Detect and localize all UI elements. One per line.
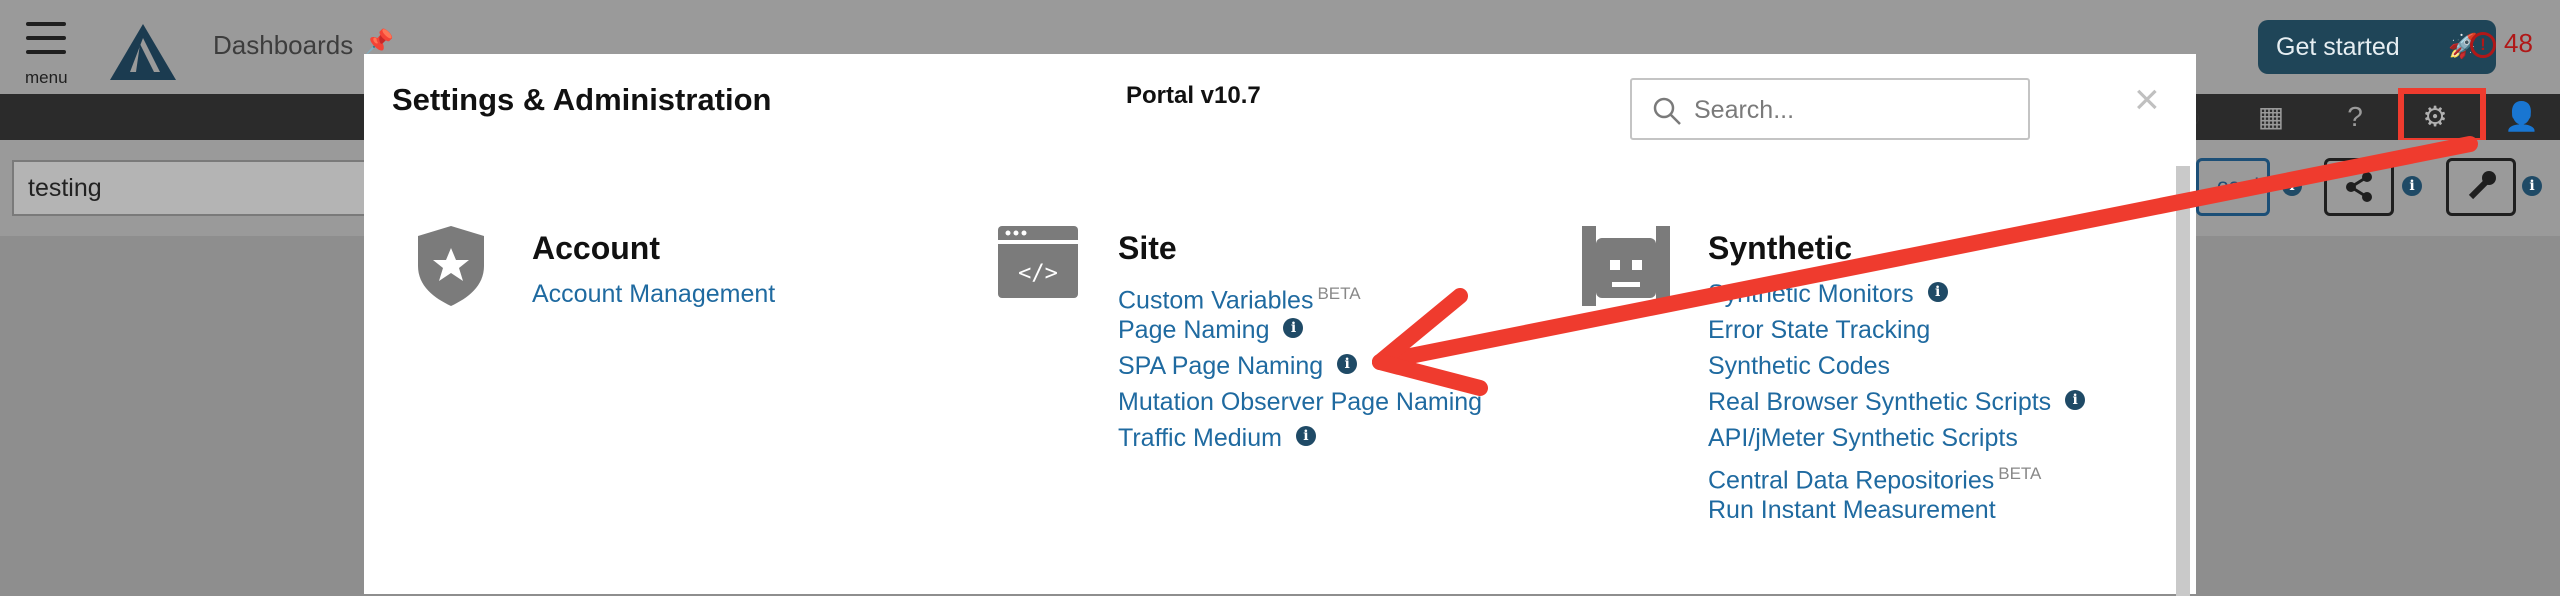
settings-link[interactable]: Real Browser Synthetic Scripts i (1708, 384, 2086, 420)
wrench-icon (2468, 171, 2496, 200)
settings-link[interactable]: Custom Variables BETA (1118, 276, 1482, 315)
settings-link[interactable]: SPA Page Naming i (1118, 348, 1482, 384)
menu-label: menu (25, 68, 68, 87)
settings-link[interactable]: Run Instant Measurement (1708, 492, 2085, 528)
search-icon (1653, 97, 1681, 125)
beta-badge: BETA (1998, 464, 2042, 483)
settings-link[interactable]: Central Data Repositories BETA (1708, 456, 2085, 495)
settings-link-label: Central Data Repositories (1708, 466, 1995, 495)
settings-link[interactable]: Traffic Medium i (1118, 420, 1482, 456)
scrollbar[interactable] (2176, 166, 2190, 596)
info-icon[interactable]: i (2065, 390, 2086, 411)
section-title: Account (532, 230, 660, 266)
menu-button[interactable]: menu (20, 18, 72, 88)
info-icon[interactable]: i (1283, 318, 1304, 339)
settings-wrench-button[interactable] (2446, 158, 2516, 216)
info-icon[interactable]: i (2522, 176, 2542, 196)
portal-version: Portal v10.7 (1126, 82, 1261, 109)
settings-modal: Settings & Administration Portal v10.7 ×… (364, 54, 2196, 596)
dashboards-nav-link[interactable]: Dashboards (213, 30, 353, 61)
hamburger-icon (26, 22, 66, 26)
settings-link-label: Real Browser Synthetic Scripts (1708, 388, 2052, 416)
help-icon[interactable]: ? (2340, 102, 2370, 132)
shield-star-icon (418, 226, 484, 306)
svg-text:</>: </> (1018, 261, 1058, 286)
user-icon[interactable]: 👤 (2504, 102, 2539, 132)
synthetic-links: Synthetic Monitors i Error State Tracking S… (1708, 276, 2086, 528)
alert-icon: ! (2470, 32, 2496, 59)
robot-icon (1582, 226, 1670, 306)
info-icon[interactable]: i (1295, 426, 1316, 447)
settings-link-label: Synthetic Codes (1708, 352, 1891, 380)
beta-badge: BETA (1317, 284, 1361, 303)
brand-logo-icon[interactable] (110, 24, 176, 80)
close-icon[interactable]: × (2134, 78, 2160, 122)
settings-link-label: Run Instant Measurement (1708, 496, 1996, 524)
search-box[interactable] (1630, 78, 2030, 140)
gear-highlight-box (2398, 88, 2486, 144)
info-icon[interactable]: i (2402, 176, 2422, 196)
alert-count: 48 (2504, 28, 2533, 58)
modal-title: Settings & Administration (392, 82, 772, 117)
site-links: Custom Variables BETA Page Naming i SPA Page… (1118, 276, 1482, 456)
search-input[interactable] (1692, 92, 2016, 128)
settings-link-label: SPA Page Naming (1118, 352, 1324, 380)
film-icon[interactable]: ▦ (2256, 102, 2286, 132)
settings-link[interactable]: Mutation Observer Page Naming (1118, 384, 1482, 420)
account-links: Account Management (532, 276, 775, 312)
settings-link-label: Account Management (532, 280, 776, 308)
get-started-button[interactable]: Get started 🚀 (2258, 20, 2496, 74)
hamburger-icon-bar (26, 50, 66, 54)
settings-link[interactable]: API/jMeter Synthetic Scripts (1708, 420, 2085, 456)
settings-link[interactable]: Error State Tracking (1708, 312, 2085, 348)
share-button[interactable] (2324, 158, 2394, 216)
alerts-indicator[interactable]: ! 48 (2470, 28, 2533, 59)
hamburger-icon-bar (26, 36, 66, 40)
settings-link-label: Synthetic Monitors (1708, 280, 1914, 308)
share-icon (2346, 172, 2372, 202)
info-icon[interactable]: i (1337, 354, 1358, 375)
pin-icon[interactable]: 📌 (364, 28, 394, 57)
info-icon[interactable]: i (1927, 282, 1948, 303)
settings-link-label: API/jMeter Synthetic Scripts (1708, 424, 2018, 452)
settings-link-label: Mutation Observer Page Naming (1118, 388, 1483, 416)
info-icon[interactable]: i (2282, 176, 2302, 196)
settings-link[interactable]: Synthetic Monitors i (1708, 276, 2085, 312)
get-started-label: Get started (2276, 33, 2400, 61)
settings-link[interactable]: Page Naming i (1118, 312, 1482, 348)
settings-link[interactable]: Synthetic Codes (1708, 348, 2085, 384)
settings-link-label: Error State Tracking (1708, 316, 1931, 344)
settings-link-label: Traffic Medium (1118, 424, 1282, 452)
section-title: Synthetic (1708, 230, 1853, 266)
dashboard-button[interactable]: oard (2196, 158, 2270, 216)
settings-link[interactable]: Account Management (532, 276, 775, 312)
settings-link-label: Page Naming (1118, 316, 1270, 344)
settings-link-label: Custom Variables (1118, 286, 1314, 315)
section-title: Site (1118, 230, 1177, 266)
code-window-icon: </> (998, 226, 1078, 298)
